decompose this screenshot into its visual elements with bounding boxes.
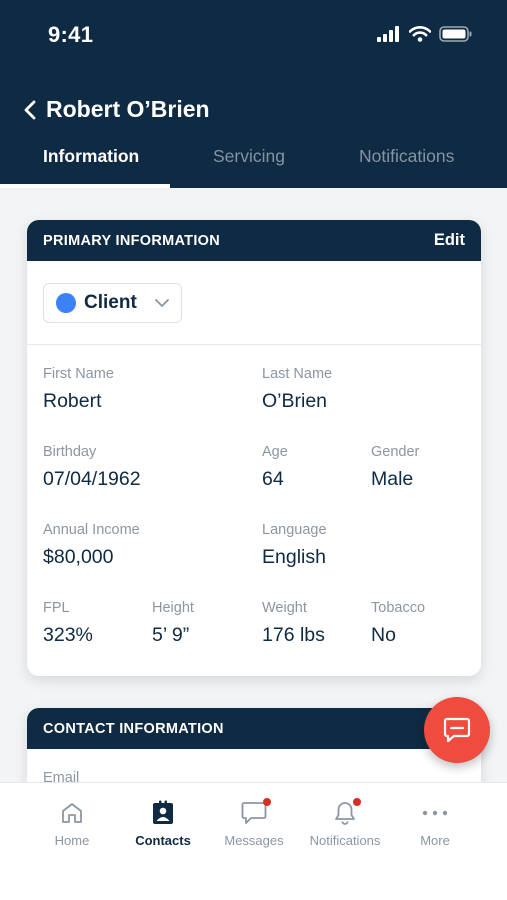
nav-notifications-label: Notifications — [309, 833, 381, 848]
messages-badge-dot — [263, 798, 271, 806]
field-last-name: Last Name O’Brien — [262, 366, 332, 413]
wifi-icon — [409, 26, 431, 42]
nav-contacts[interactable]: Contacts — [118, 797, 208, 848]
tab-bar: Information Servicing Notifications — [0, 140, 507, 188]
tab-servicing[interactable]: Servicing — [213, 146, 285, 167]
divider — [27, 344, 481, 345]
primary-information-card: PRIMARY INFORMATION Edit Client First Na… — [27, 220, 481, 676]
field-language: Language English — [262, 522, 327, 569]
bell-icon — [333, 797, 361, 829]
more-dots-icon — [422, 797, 448, 829]
field-value: No — [371, 624, 396, 646]
field-label: Age — [262, 444, 288, 460]
field-weight: Weight 176 lbs — [262, 600, 325, 647]
field-value: 323% — [43, 624, 93, 646]
primary-information-title: PRIMARY INFORMATION — [43, 232, 221, 249]
tab-information[interactable]: Information — [43, 146, 139, 167]
chat-fab-button[interactable] — [424, 697, 490, 763]
status-icons — [377, 26, 473, 42]
field-height: Height 5’ 9” — [152, 600, 194, 647]
field-value: 64 — [262, 468, 284, 490]
contacts-icon — [151, 797, 175, 829]
contact-information-title: CONTACT INFORMATION — [43, 720, 224, 737]
nav-messages[interactable]: Messages — [209, 797, 299, 848]
messages-icon — [241, 797, 271, 829]
contact-information-card: CONTACT INFORMATION Email — [27, 708, 481, 782]
nav-notifications[interactable]: Notifications — [300, 797, 390, 848]
field-label: Tobacco — [371, 600, 426, 616]
status-time: 9:41 — [48, 22, 94, 47]
field-gender: Gender Male — [371, 444, 419, 491]
field-label: Birthday — [43, 444, 97, 460]
email-label: Email — [43, 770, 80, 782]
field-value: 5’ 9” — [152, 624, 190, 646]
field-value: Male — [371, 468, 414, 490]
app-header: 9:41 Robert O’Brien Information Servicin… — [0, 0, 507, 188]
contact-type-dropdown[interactable]: Client — [43, 283, 182, 323]
bottom-nav: Home Contacts Messages Notifications Mor… — [0, 782, 507, 900]
chevron-down-icon — [155, 298, 169, 308]
contact-name-title: Robert O’Brien — [46, 96, 210, 122]
nav-home[interactable]: Home — [27, 797, 117, 848]
field-label: Language — [262, 522, 327, 538]
field-first-name: First Name Robert — [43, 366, 114, 413]
nav-home-label: Home — [54, 833, 90, 848]
field-value: English — [262, 546, 326, 568]
field-label: Annual Income — [43, 522, 140, 538]
field-label: Weight — [262, 600, 307, 616]
field-label: Last Name — [262, 366, 333, 382]
home-icon — [60, 797, 84, 829]
field-label: First Name — [43, 366, 114, 382]
nav-messages-label: Messages — [224, 833, 284, 848]
field-annual-income: Annual Income $80,000 — [43, 522, 140, 569]
field-label: Height — [152, 600, 194, 616]
field-age: Age 64 — [262, 444, 288, 491]
field-tobacco: Tobacco No — [371, 600, 425, 647]
back-chevron-icon[interactable] — [24, 100, 36, 120]
field-value: 07/04/1962 — [43, 468, 141, 490]
contact-type-value: Client — [84, 292, 137, 313]
nav-contacts-label: Contacts — [135, 833, 191, 848]
field-birthday: Birthday 07/04/1962 — [43, 444, 141, 491]
field-value: Robert — [43, 390, 102, 412]
tab-notifications[interactable]: Notifications — [359, 146, 454, 167]
field-label: FPL — [43, 600, 70, 616]
contact-information-header: CONTACT INFORMATION — [27, 708, 481, 749]
field-value: O’Brien — [262, 390, 328, 412]
primary-information-header: PRIMARY INFORMATION Edit — [27, 220, 481, 261]
battery-icon — [439, 26, 472, 42]
back-nav[interactable]: Robert O’Brien — [24, 96, 210, 123]
field-fpl: FPL 323% — [43, 600, 93, 647]
field-value: 176 lbs — [262, 624, 325, 646]
edit-button[interactable]: Edit — [434, 231, 465, 250]
field-label: Gender — [371, 444, 420, 460]
client-status-dot — [56, 293, 76, 313]
cellular-signal-icon — [377, 26, 399, 42]
notifications-badge-dot — [353, 798, 361, 806]
field-value: $80,000 — [43, 546, 114, 568]
content-area[interactable]: PRIMARY INFORMATION Edit Client First Na… — [0, 188, 507, 782]
chat-bubble-icon — [443, 717, 471, 743]
nav-more[interactable]: More — [390, 797, 480, 848]
nav-more-label: More — [420, 833, 450, 848]
